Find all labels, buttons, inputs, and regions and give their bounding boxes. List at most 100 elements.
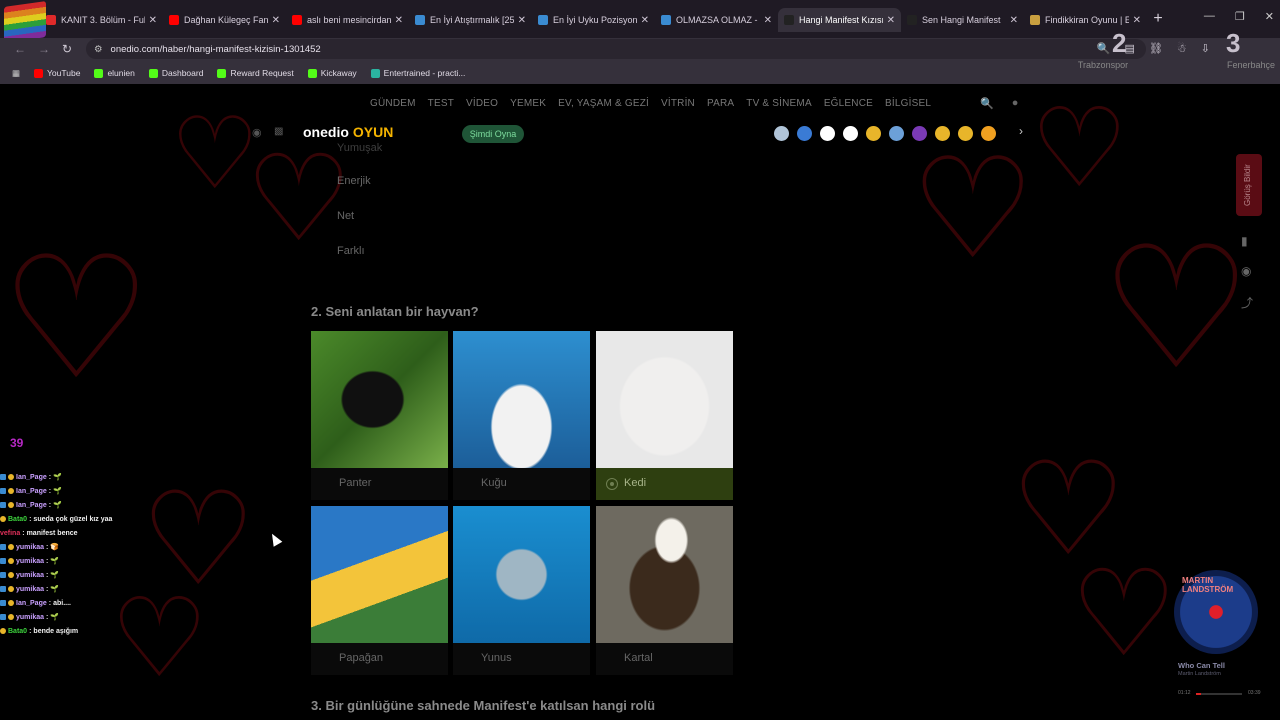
chat-username[interactable]: Bata0 [8,516,27,523]
bookmark-elunien[interactable]: elunien [94,68,135,78]
user-icon[interactable]: ● [1012,97,1019,110]
team-right-label: Fenerbahçe [1226,60,1276,70]
site-nav-item[interactable]: EV, YAŞAM & GEZİ [558,98,649,109]
game-shortcut-icon[interactable] [866,126,881,141]
link-icon[interactable]: ⛓ [1149,42,1163,55]
game-shortcut-icon[interactable] [889,126,904,141]
chat-username[interactable]: Ian_Page [16,488,47,495]
site-nav-item[interactable]: BİLGİSEL [885,98,931,109]
q1-option[interactable]: Enerjik [337,175,371,187]
tab-close-icon[interactable]: ✕ [518,15,526,26]
close-icon[interactable]: ✕ [1265,10,1274,23]
share-icon[interactable]: ⤴ [1241,294,1253,311]
q1-option[interactable]: Farklı [337,245,365,257]
chat-username[interactable]: Bata0 [8,628,27,635]
site-nav-item[interactable]: VİTRİN [661,98,695,109]
chat-badge-icon [0,474,6,480]
search-icon[interactable]: 🔍 [980,97,994,110]
site-nav-item[interactable]: TEST [428,98,454,109]
window-controls: — ❐ ✕ [1204,10,1274,23]
answer-card-papagan[interactable]: Papağan [311,506,448,675]
game-shortcut-icon[interactable] [935,126,950,141]
tab-close-icon[interactable]: ✕ [149,15,157,26]
browser-tab[interactable]: En İyi Uyku Pozisyonu ✕ [532,8,655,32]
site-info-icon[interactable]: ⚙ [94,44,103,55]
browser-tab[interactable]: En İyi Atıştırmalık [25 ✕ [409,8,532,32]
address-bar[interactable]: ⚙ onedio.com/haber/hangi-manifest-kizisi… [86,39,1146,59]
minimize-icon[interactable]: — [1204,10,1215,23]
answer-card-kugu[interactable]: Kuğu [453,331,590,500]
tab-close-icon[interactable]: ✕ [887,15,895,26]
bookmark-entertrained[interactable]: Entertrained - practi... [370,68,465,78]
browser-tab[interactable]: Sen Hangi Manifest ✕ [901,8,1024,32]
tab-close-icon[interactable]: ✕ [1010,15,1018,26]
game-shortcut-icon[interactable] [820,126,835,141]
chevron-right-icon[interactable]: › [1019,124,1023,138]
chat-username[interactable]: yumikaa [16,572,44,579]
tab-close-icon[interactable]: ✕ [395,15,403,26]
forward-icon[interactable]: → [38,42,50,56]
game-shortcut-icon[interactable] [958,126,973,141]
game-shortcut-icon[interactable] [843,126,858,141]
game-shortcut-icon[interactable] [912,126,927,141]
site-nav-item[interactable]: EĞLENCE [824,98,873,109]
site-nav-item[interactable]: GÜNDEM [370,98,416,109]
download-icon[interactable]: ⇩ [1201,42,1210,55]
back-icon[interactable]: ← [14,42,26,56]
kick-icon [94,68,104,78]
chat-username[interactable]: yumikaa [16,586,44,593]
tab-title: aslı beni mesincirdan [307,15,391,25]
browser-tab[interactable]: KANIT 3. Bölüm - Full ✕ [40,8,163,32]
chat-username[interactable]: vefina [0,530,20,537]
browser-tab[interactable]: aslı beni mesincirdan ✕ [286,8,409,32]
site-navigation: GÜNDEM TEST VİDEO YEMEK EV, YAŞAM & GEZİ VİTR… [370,98,931,109]
chat-username[interactable]: Ian_Page [16,474,47,481]
bookmark-icon[interactable]: ▮ [1241,234,1248,248]
zoom-icon[interactable]: 🔍 [1097,42,1111,55]
score-right: 3 [1226,28,1241,58]
game-shortcut-icon[interactable] [981,126,996,141]
tab-close-icon[interactable]: ✕ [1133,15,1141,26]
reload-icon[interactable]: ↻ [62,42,72,56]
viewer-count: 39 [10,436,24,450]
answer-card-kartal[interactable]: Kartal [596,506,733,675]
chat-username[interactable]: Ian_Page [16,502,47,509]
game-shortcut-icon[interactable] [774,126,789,141]
team-left-label: Trabzonspor [1077,60,1129,70]
site-nav-item[interactable]: PARA [707,98,734,109]
site-nav-item[interactable]: TV & SİNEMA [746,98,812,109]
game-shortcut-icon[interactable] [797,126,812,141]
site-nav-item[interactable]: VİDEO [466,98,498,109]
browser-tab[interactable]: Findikkiran Oyunu | E ✕ [1024,8,1147,32]
answer-card-panter[interactable]: Panter [311,331,448,500]
answer-card-kedi[interactable]: Kedi [596,331,733,500]
extensions-icon[interactable]: ☃ [1177,42,1187,55]
new-tab-button[interactable]: + [1147,8,1169,30]
answer-card-yunus[interactable]: Yunus [453,506,590,675]
chat-username[interactable]: yumikaa [16,544,44,551]
chat-username[interactable]: yumikaa [16,558,44,565]
browser-tab[interactable]: Dağhan Külegeç Fan ✕ [163,8,286,32]
restore-icon[interactable]: ❐ [1235,10,1245,23]
tab-close-icon[interactable]: ✕ [641,15,649,26]
feedback-tab[interactable]: Görüş Bildir [1236,154,1262,216]
site-nav-item[interactable]: YEMEK [510,98,546,109]
chat-username[interactable]: yumikaa [16,614,44,621]
browser-tab[interactable]: OLMAZSA OLMAZ - ✕ [655,8,778,32]
bookmark-kickaway[interactable]: Kickaway [307,68,357,78]
tab-close-icon[interactable]: ✕ [764,15,772,26]
bookmark-reward-request[interactable]: Reward Request [217,68,294,78]
q1-option[interactable]: Net [337,210,354,222]
tab-title: En İyi Uyku Pozisyonu [553,15,637,25]
q1-option[interactable]: Yumuşak [337,142,382,154]
chat-username[interactable]: Ian_Page [16,600,47,607]
chat-message: yumikaa : 🌱 [0,554,200,568]
oyun-logo[interactable]: onedio OYUN [303,124,393,140]
play-now-button[interactable]: Şimdi Oyna [462,125,524,143]
bookmark-youtube[interactable]: YouTube [34,68,80,78]
browser-tab[interactable]: Hangi Manifest Kızısı ✕ [778,8,901,32]
bookmark-dashboard[interactable]: Dashboard [148,68,203,78]
comment-icon[interactable]: ◉ [1241,264,1251,278]
tab-close-icon[interactable]: ✕ [272,15,280,26]
apps-grid-icon[interactable]: ▦ [12,68,20,79]
